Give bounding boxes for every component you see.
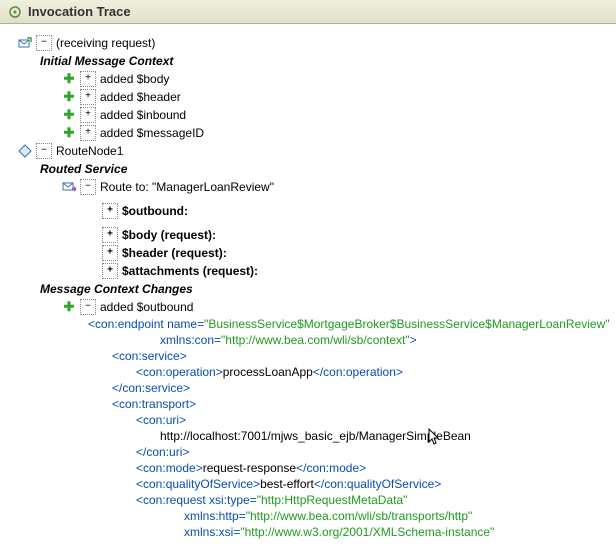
- node-label: added $inbound: [100, 107, 186, 123]
- node-label: $outbound:: [122, 203, 188, 219]
- xml-line: </con:uri>: [88, 444, 612, 460]
- tree-row[interactable]: ✚ + added $body: [62, 70, 612, 88]
- tree-row[interactable]: + $header (request):: [84, 244, 612, 262]
- expand-icon[interactable]: +: [102, 263, 118, 279]
- node-label: added $messageID: [100, 125, 204, 141]
- tree-row[interactable]: ✚ + added $header: [62, 88, 612, 106]
- xml-line: <con:endpoint name="BusinessService$Mort…: [88, 316, 612, 332]
- xml-line: xmlns:con="http://www.bea.com/wli/sb/con…: [88, 332, 612, 348]
- xml-line: <con:request xsi:type="http:HttpRequestM…: [88, 492, 612, 508]
- expand-icon[interactable]: +: [80, 71, 96, 87]
- tree-row[interactable]: ✚ + added $messageID: [62, 124, 612, 142]
- trace-tree: − (receiving request) Initial Message Co…: [0, 24, 616, 544]
- title-text: Invocation Trace: [28, 4, 131, 19]
- collapse-icon[interactable]: −: [80, 179, 96, 195]
- tree-row[interactable]: + $outbound:: [84, 202, 612, 220]
- collapse-icon[interactable]: −: [80, 299, 96, 315]
- add-icon: ✚: [62, 72, 76, 86]
- xml-line: <con:qualityOfService>best-effort</con:q…: [88, 476, 612, 492]
- expand-icon[interactable]: +: [102, 245, 118, 261]
- node-label: added $body: [100, 71, 169, 87]
- gear-icon: [8, 5, 22, 19]
- title-bar: Invocation Trace: [0, 0, 616, 24]
- xml-line: <con:uri>: [88, 412, 612, 428]
- node-label: (receiving request): [56, 35, 155, 51]
- add-icon: ✚: [62, 300, 76, 314]
- xml-line: <con:service>: [88, 348, 612, 364]
- expand-icon[interactable]: +: [102, 227, 118, 243]
- xml-line: <con:operation>processLoanApp</con:opera…: [88, 364, 612, 380]
- tree-row[interactable]: − Route to: "ManagerLoanReview": [62, 178, 612, 196]
- collapse-icon[interactable]: −: [36, 143, 52, 159]
- xml-line: http://localhost:7001/mjws_basic_ejb/Man…: [88, 428, 612, 444]
- node-label: $attachments (request):: [122, 263, 258, 279]
- tree-row[interactable]: + $attachments (request):: [84, 262, 612, 280]
- xml-block: <con:endpoint name="BusinessService$Mort…: [88, 316, 612, 540]
- route-node-icon: [18, 144, 32, 158]
- xml-line: </con:service>: [88, 380, 612, 396]
- node-label: RouteNode1: [56, 143, 123, 159]
- expand-icon[interactable]: +: [80, 89, 96, 105]
- collapse-icon[interactable]: −: [36, 35, 52, 51]
- xml-line: <con:transport>: [88, 396, 612, 412]
- tree-row[interactable]: − RouteNode1: [18, 142, 612, 160]
- tree-row[interactable]: ✚ + added $inbound: [62, 106, 612, 124]
- tree-row: Message Context Changes: [40, 280, 612, 298]
- tree-row: Initial Message Context: [40, 52, 612, 70]
- section-label: Routed Service: [40, 161, 127, 177]
- tree-row[interactable]: + $body (request):: [84, 226, 612, 244]
- node-label: added $header: [100, 89, 181, 105]
- node-label: $header (request):: [122, 245, 227, 261]
- node-label: $body (request):: [122, 227, 216, 243]
- envelope-in-icon: [18, 36, 32, 50]
- tree-row[interactable]: − (receiving request): [18, 34, 612, 52]
- add-icon: ✚: [62, 90, 76, 104]
- section-label: Initial Message Context: [40, 53, 173, 69]
- expand-icon[interactable]: +: [102, 203, 118, 219]
- tree-row: Routed Service: [40, 160, 612, 178]
- add-icon: ✚: [62, 126, 76, 140]
- xml-line: xmlns:xsi="http://www.w3.org/2001/XMLSch…: [88, 524, 612, 540]
- xml-line: <con:mode>request-response</con:mode>: [88, 460, 612, 476]
- add-icon: ✚: [62, 108, 76, 122]
- envelope-route-icon: [62, 180, 76, 194]
- expand-icon[interactable]: +: [80, 125, 96, 141]
- node-label: Route to: "ManagerLoanReview": [100, 179, 274, 195]
- expand-icon[interactable]: +: [80, 107, 96, 123]
- xml-line: xmlns:http="http://www.bea.com/wli/sb/tr…: [88, 508, 612, 524]
- section-label: Message Context Changes: [40, 281, 193, 297]
- tree-row[interactable]: ✚ − added $outbound: [62, 298, 612, 316]
- node-label: added $outbound: [100, 299, 193, 315]
